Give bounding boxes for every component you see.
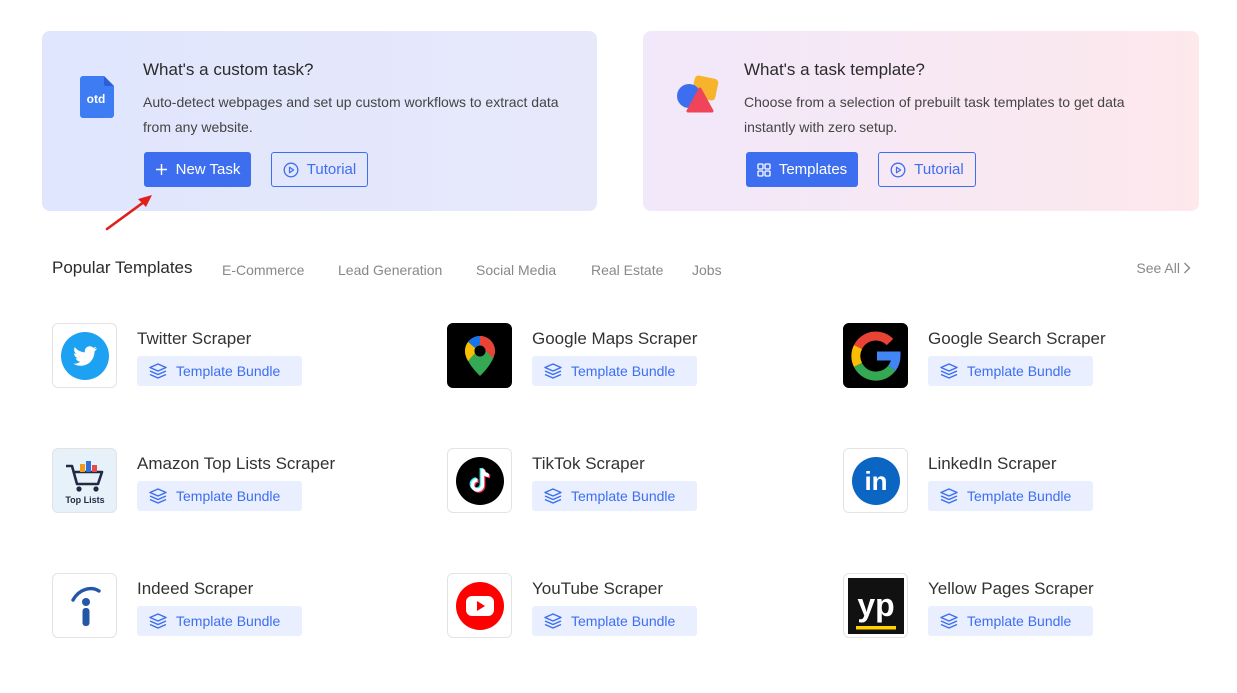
templates-label: Templates [778, 161, 848, 178]
new-task-button[interactable]: New Task [144, 152, 251, 187]
template-tutorial-button[interactable]: Tutorial [878, 152, 976, 187]
task-template-card: What's a task template? Choose from a se… [643, 31, 1199, 211]
chevron-right-icon [1184, 262, 1191, 274]
google-icon [843, 323, 908, 388]
layers-icon [940, 363, 958, 379]
template-bundle-label: Template Bundle [176, 613, 281, 629]
layers-icon [940, 488, 958, 504]
layers-icon [149, 613, 167, 629]
custom-tutorial-button[interactable]: Tutorial [271, 152, 368, 187]
template-category-tabs: Popular Templates E-Commerce Lead Genera… [52, 258, 1197, 282]
template-tile-linkedin[interactable]: in LinkedIn Scraper Template Bundle [843, 448, 1173, 514]
indeed-icon [52, 573, 117, 638]
custom-task-title: What's a custom task? [143, 60, 314, 79]
layers-icon [544, 488, 562, 504]
template-bundle-badge[interactable]: Template Bundle [137, 481, 302, 511]
template-bundle-badge[interactable]: Template Bundle [928, 481, 1093, 511]
tab-real-estate[interactable]: Real Estate [591, 262, 663, 278]
template-bundle-label: Template Bundle [176, 488, 281, 504]
template-name: Yellow Pages Scraper [928, 579, 1094, 598]
template-bundle-label: Template Bundle [571, 613, 676, 629]
top-lists-logo-text: Top Lists [65, 495, 104, 505]
custom-task-description: Auto-detect webpages and set up custom w… [143, 94, 559, 135]
annotation-arrow [105, 195, 152, 231]
template-bundle-badge[interactable]: Template Bundle [532, 356, 697, 386]
tab-lead-generation[interactable]: Lead Generation [338, 262, 442, 278]
template-bundle-badge[interactable]: Template Bundle [532, 481, 697, 511]
task-template-description: Choose from a selection of prebuilt task… [744, 94, 1125, 135]
new-task-label: New Task [175, 161, 241, 178]
plus-icon [155, 164, 167, 175]
tiktok-icon [447, 448, 512, 513]
layers-icon [544, 613, 562, 629]
template-bundle-label: Template Bundle [967, 613, 1072, 629]
template-name: Google Search Scraper [928, 329, 1106, 348]
otd-document-icon: otd [80, 76, 114, 118]
template-tile-indeed[interactable]: Indeed Scraper Template Bundle [52, 573, 382, 639]
template-tile-tiktok[interactable]: TikTok Scraper Template Bundle [447, 448, 777, 514]
template-bundle-badge[interactable]: Template Bundle [137, 356, 302, 386]
layers-icon [149, 488, 167, 504]
task-template-title: What's a task template? [744, 60, 925, 79]
see-all-link[interactable]: See All [1136, 260, 1191, 276]
google-maps-icon [447, 323, 512, 388]
template-name: TikTok Scraper [532, 454, 645, 473]
amazon-top-lists-icon: Top Lists [52, 448, 117, 513]
youtube-icon [447, 573, 512, 638]
template-tutorial-label: Tutorial [914, 161, 964, 178]
otd-icon-text: otd [87, 92, 106, 106]
template-bundle-label: Template Bundle [967, 363, 1072, 379]
template-tile-yellow-pages[interactable]: yp Yellow Pages Scraper Template Bundle [843, 573, 1173, 639]
shapes-icon [677, 75, 719, 113]
template-bundle-badge[interactable]: Template Bundle [532, 606, 697, 636]
yellow-pages-logo-text: yp [857, 587, 894, 623]
template-tile-amazon-top-lists[interactable]: Top Lists Amazon Top Lists Scraper Templ… [52, 448, 382, 514]
template-name: Indeed Scraper [137, 579, 254, 598]
play-circle-icon [283, 162, 299, 177]
template-bundle-label: Template Bundle [571, 488, 676, 504]
see-all-label: See All [1136, 260, 1180, 276]
tab-social-media[interactable]: Social Media [476, 262, 556, 278]
template-bundle-badge[interactable]: Template Bundle [137, 606, 302, 636]
template-bundle-label: Template Bundle [571, 363, 676, 379]
template-tile-google-search[interactable]: Google Search Scraper Template Bundle [843, 323, 1173, 389]
linkedin-icon: in [843, 448, 908, 513]
layers-icon [149, 363, 167, 379]
template-name: LinkedIn Scraper [928, 454, 1057, 473]
template-tile-google-maps[interactable]: Google Maps Scraper Template Bundle [447, 323, 777, 389]
templates-button[interactable]: Templates [746, 152, 858, 187]
play-circle-icon [890, 162, 906, 177]
template-name: Google Maps Scraper [532, 329, 698, 348]
template-tile-youtube[interactable]: YouTube Scraper Template Bundle [447, 573, 777, 639]
template-bundle-label: Template Bundle [967, 488, 1072, 504]
grid-icon [757, 162, 771, 177]
template-name: Twitter Scraper [137, 329, 252, 348]
custom-tutorial-label: Tutorial [306, 161, 357, 178]
template-bundle-badge[interactable]: Template Bundle [928, 606, 1093, 636]
template-name: Amazon Top Lists Scraper [137, 454, 336, 473]
layers-icon [544, 363, 562, 379]
custom-task-card: otd What's a custom task? Auto-detect we… [42, 31, 597, 211]
template-bundle-label: Template Bundle [176, 363, 281, 379]
linkedin-logo-text: in [864, 466, 887, 496]
template-name: YouTube Scraper [532, 579, 664, 598]
template-bundle-badge[interactable]: Template Bundle [928, 356, 1093, 386]
tab-e-commerce[interactable]: E-Commerce [222, 262, 304, 278]
layers-icon [940, 613, 958, 629]
tab-jobs[interactable]: Jobs [692, 262, 722, 278]
template-tile-twitter[interactable]: Twitter Scraper Template Bundle [52, 323, 382, 389]
yellow-pages-icon: yp [843, 573, 908, 638]
twitter-icon [52, 323, 117, 388]
tab-popular-templates[interactable]: Popular Templates [52, 258, 193, 278]
